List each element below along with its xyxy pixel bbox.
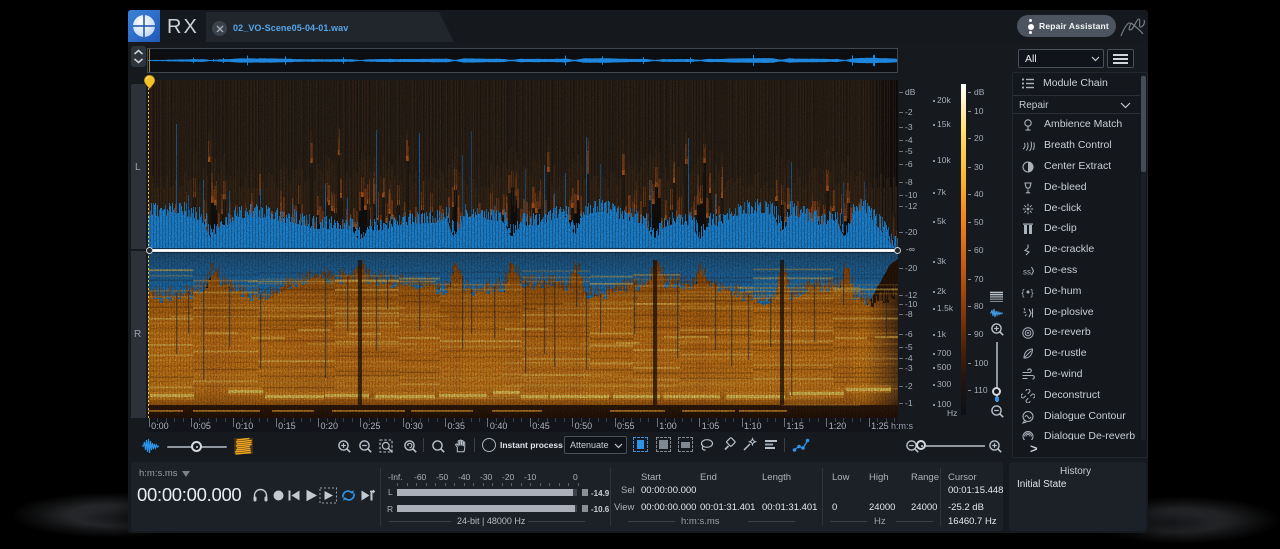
svg-text:{: { bbox=[1022, 287, 1025, 297]
svg-text:ss: ss bbox=[1023, 267, 1031, 276]
svg-text:}: } bbox=[1031, 287, 1034, 297]
